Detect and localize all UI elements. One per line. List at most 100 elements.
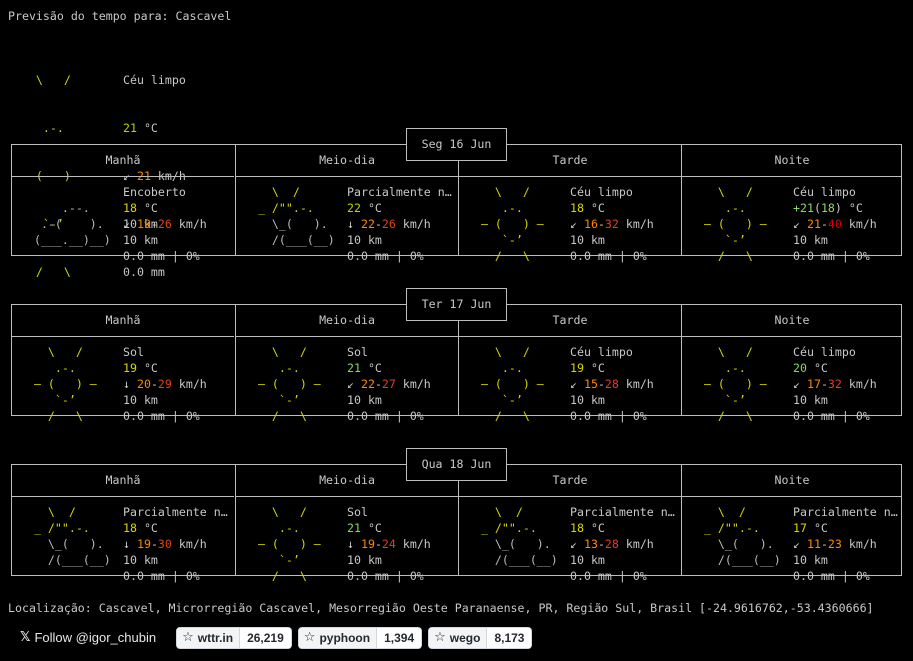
period-name: Manhã bbox=[105, 153, 141, 167]
period-temperature: 21 °C bbox=[347, 521, 382, 535]
period-info: Parcialmente n… 17 °C ↙ 11-23 km/h 10 km 0.0… bbox=[793, 504, 903, 584]
star-icon: ☆ bbox=[434, 630, 446, 645]
period-condition: Céu limpo bbox=[570, 185, 633, 199]
period-condition: Parcialmente n… bbox=[570, 505, 675, 519]
period-precipitation: 0.0 mm | 0% bbox=[123, 569, 200, 583]
footer-bar: 𝕏 Follow @igor_chubin ☆ wttr.in 26,219 ☆ p… bbox=[20, 627, 533, 649]
x-logo-icon: 𝕏 bbox=[20, 630, 31, 645]
weather-art: \ / _ /"".-. \_( ). /(___(__) bbox=[467, 505, 565, 567]
period-wind: ↓ 20-29 km/h bbox=[123, 377, 207, 391]
period-wind: ↙ 11-23 km/h bbox=[793, 537, 877, 551]
divider bbox=[459, 176, 681, 177]
forecast-day: Seg 16 Jun Manhã .--. .-( ). (___.__)__) E… bbox=[11, 128, 902, 263]
period-wind: ↓ 19-24 km/h bbox=[347, 537, 431, 551]
period-precipitation: 0.0 mm | 0% bbox=[793, 249, 870, 263]
divider bbox=[682, 336, 902, 337]
github-star-button-wttr[interactable]: ☆ wttr.in 26,219 bbox=[176, 627, 292, 649]
period-info: Sol 21 °C ↙ 22-27 km/h 10 km 0.0 mm | 0% bbox=[347, 344, 457, 424]
period-condition: Céu limpo bbox=[570, 345, 633, 359]
forecast-period: Meio-dia \ / .-. ― ( ) ― `-’ / \ Sol 21 °… bbox=[235, 305, 458, 423]
period-condition: Encoberto bbox=[123, 185, 186, 199]
period-precipitation: 0.0 mm | 0% bbox=[570, 249, 647, 263]
current-weather: \ / .-. ― ( ) ― `-’ / \ Céu limpo 21 °C … bbox=[8, 40, 186, 279]
forecast-period: Tarde \ / _ /"".-. \_( ). /(___(__) Parc… bbox=[458, 465, 681, 583]
period-precipitation: 0.0 mm | 0% bbox=[123, 249, 200, 263]
day-label: Qua 18 Jun bbox=[406, 448, 507, 481]
forecast-period: Manhã \ / _ /"".-. \_( ). /(___(__) Parc… bbox=[12, 465, 234, 583]
weather-art: .--. .-( ). (___.__)__) bbox=[20, 201, 111, 247]
divider bbox=[459, 496, 681, 497]
forecast-period: Noite \ / .-. ― ( ) ― `-’ / \ Céu limpo 2… bbox=[681, 305, 902, 423]
period-condition: Parcialmente n… bbox=[793, 505, 898, 519]
forecast-period: Tarde \ / .-. ― ( ) ― `-’ / \ Céu limpo 1… bbox=[458, 305, 681, 423]
period-precipitation: 0.0 mm | 0% bbox=[570, 409, 647, 423]
period-visibility: 10 km bbox=[347, 553, 382, 567]
period-name: Noite bbox=[774, 473, 810, 487]
period-visibility: 10 km bbox=[347, 233, 382, 247]
period-visibility: 10 km bbox=[123, 553, 158, 567]
weather-art: \ / .-. ― ( ) ― `-’ / \ bbox=[690, 345, 781, 423]
period-precipitation: 0.0 mm | 0% bbox=[123, 409, 200, 423]
period-info: Sol 21 °C ↓ 19-24 km/h 10 km 0.0 mm | 0% bbox=[347, 504, 457, 584]
period-info: Parcialmente n… 18 °C ↓ 19-30 km/h 10 km 0.0… bbox=[123, 504, 233, 584]
period-condition: Sol bbox=[123, 345, 144, 359]
period-wind: ↙ 13-28 km/h bbox=[570, 537, 654, 551]
period-condition: Céu limpo bbox=[793, 185, 856, 199]
github-star-button-pyphoon[interactable]: ☆ pyphoon 1,394 bbox=[297, 627, 423, 649]
forecast-period: Meio-dia \ / _ /"".-. \_( ). /(___(__) P… bbox=[235, 145, 458, 263]
github-star-button-wego[interactable]: ☆ wego 8,173 bbox=[428, 627, 533, 649]
period-temperature: 19 °C bbox=[123, 361, 158, 375]
star-count: 26,219 bbox=[239, 628, 291, 648]
period-visibility: 10 km bbox=[123, 393, 158, 407]
weather-art: \ / .-. ― ( ) ― `-’ / \ bbox=[244, 345, 335, 423]
period-temperature: 21 °C bbox=[347, 361, 382, 375]
period-wind: ↙ 15-28 km/h bbox=[570, 377, 654, 391]
divider bbox=[236, 336, 458, 337]
period-visibility: 10 km bbox=[793, 233, 828, 247]
weather-art: \ / .-. ― ( ) ― `-’ / \ bbox=[467, 185, 558, 263]
period-precipitation: 0.0 mm | 0% bbox=[347, 249, 424, 263]
current-condition: Céu limpo bbox=[123, 73, 186, 87]
forecast-day: Ter 17 Jun Manhã \ / .-. ― ( ) ― `-’ / \ … bbox=[11, 288, 902, 423]
period-name: Manhã bbox=[105, 473, 141, 487]
divider bbox=[12, 176, 234, 177]
period-temperature: 18 °C bbox=[123, 521, 158, 535]
period-temperature: 18 °C bbox=[570, 201, 605, 215]
weather-art: \ / .-. ― ( ) ― `-’ / \ bbox=[20, 345, 111, 423]
period-temperature: +21(18) °C bbox=[793, 201, 863, 215]
forecast-period: Noite \ / _ /"".-. \_( ). /(___(__) Parc… bbox=[681, 465, 902, 583]
period-visibility: 10 km bbox=[347, 393, 382, 407]
period-condition: Sol bbox=[347, 505, 368, 519]
period-temperature: 19 °C bbox=[570, 361, 605, 375]
star-count: 1,394 bbox=[376, 628, 422, 648]
period-info: Parcialmente n… 22 °C ↓ 22-26 km/h 10 km 0.0… bbox=[347, 184, 457, 264]
period-info: Céu limpo 19 °C ↙ 15-28 km/h 10 km 0.0 mm | … bbox=[570, 344, 680, 424]
follow-twitter-link[interactable]: 𝕏 Follow @igor_chubin bbox=[20, 630, 156, 646]
period-precipitation: 0.0 mm | 0% bbox=[793, 409, 870, 423]
current-precipitation: 0.0 mm bbox=[123, 265, 165, 279]
period-temperature: 18 °C bbox=[570, 521, 605, 535]
period-precipitation: 0.0 mm | 0% bbox=[570, 569, 647, 583]
period-condition: Sol bbox=[347, 345, 368, 359]
period-condition: Parcialmente n… bbox=[347, 185, 452, 199]
period-wind: ↙ 21-40 km/h bbox=[793, 217, 877, 231]
follow-label: Follow @igor_chubin bbox=[34, 630, 157, 645]
period-wind: ↙ 19-26 km/h bbox=[123, 217, 207, 231]
day-label: Ter 17 Jun bbox=[406, 288, 507, 321]
weather-art: \ / .-. ― ( ) ― `-’ / \ bbox=[244, 505, 335, 583]
period-visibility: 10 km bbox=[793, 553, 828, 567]
period-wind: ↙ 22-27 km/h bbox=[347, 377, 431, 391]
period-visibility: 10 km bbox=[793, 393, 828, 407]
period-visibility: 10 km bbox=[570, 393, 605, 407]
period-condition: Parcialmente n… bbox=[123, 505, 228, 519]
divider bbox=[236, 496, 458, 497]
divider bbox=[236, 176, 458, 177]
period-wind: ↙ 16-32 km/h bbox=[570, 217, 654, 231]
period-condition: Céu limpo bbox=[793, 345, 856, 359]
forecast-period: Meio-dia \ / .-. ― ( ) ― `-’ / \ Sol 21 °… bbox=[235, 465, 458, 583]
weather-art: \ / .-. ― ( ) ― `-’ / \ bbox=[690, 185, 781, 263]
star-count: 8,173 bbox=[486, 628, 532, 648]
period-temperature: 22 °C bbox=[347, 201, 382, 215]
period-info: Parcialmente n… 18 °C ↙ 13-28 km/h 10 km 0.0… bbox=[570, 504, 680, 584]
period-visibility: 10 km bbox=[570, 233, 605, 247]
